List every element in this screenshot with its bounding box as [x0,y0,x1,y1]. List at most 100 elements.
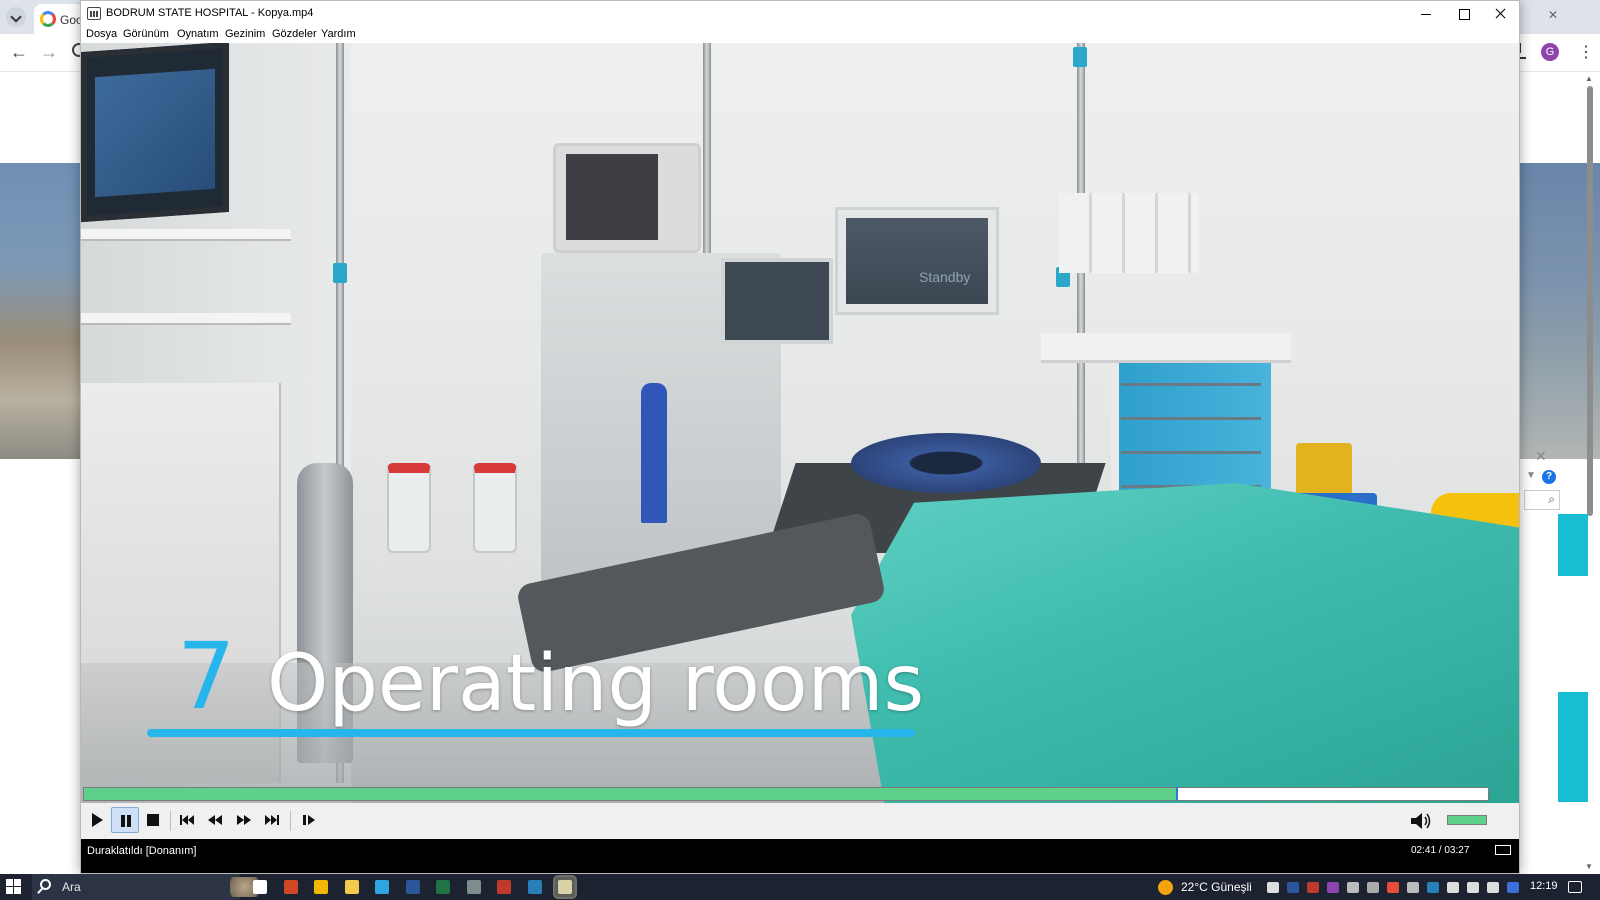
speaker-icon[interactable] [1487,882,1499,893]
excel-icon-glyph [436,880,450,894]
controls-separator [290,811,291,831]
stop-button[interactable] [139,807,167,833]
rewind-icon [208,815,222,825]
video-monitor-standby: Standby [919,269,971,285]
telegram-icon[interactable] [372,877,392,897]
tray-icon[interactable] [1347,882,1359,893]
video-ventilator-screen [721,258,833,344]
video-drawer [1121,451,1261,454]
popup-search-icon[interactable] [1524,490,1560,510]
tray-icon[interactable] [1267,882,1279,893]
video-head-pad [851,433,1041,493]
pause-icon [121,815,131,827]
weather-sun-icon[interactable] [1158,880,1173,895]
file-explorer-icon[interactable] [342,877,362,897]
taskbar-clock[interactable]: 12:19 [1530,880,1558,892]
next-button[interactable] [258,807,286,833]
scroll-up-icon[interactable]: ▲ [1585,74,1593,83]
menu-view[interactable]: Görünüm [123,28,169,40]
video-wall-monitor [81,43,229,223]
tray-icon[interactable] [1327,882,1339,893]
page-hero-image-left [0,163,82,459]
app-icon-2-glyph [497,880,511,894]
video-shelf [81,229,291,241]
menu-navigate[interactable]: Gezinim [225,28,265,40]
video-shelf [81,313,291,325]
play-button[interactable] [83,807,111,833]
menu-file[interactable]: Dosya [86,28,117,40]
tray-icon[interactable] [1387,882,1399,893]
status-stats-icon[interactable] [1495,845,1511,855]
tray-icon[interactable] [1427,882,1439,893]
media-player-icon[interactable] [553,875,577,899]
video-drawer [1121,383,1261,386]
browser-menu-icon[interactable]: ⋮ [1578,42,1594,62]
menu-help[interactable]: Yardım [321,28,356,40]
taskbar-weather[interactable]: 22°C Güneşli [1181,880,1252,894]
speaker-icon [1411,813,1431,829]
video-frame[interactable]: Standby 7 Operating rooms [81,43,1519,803]
tray-icon[interactable] [1447,882,1459,893]
tray-icon[interactable] [1407,882,1419,893]
chrome-icon-glyph [314,880,328,894]
video-patient-monitor [835,207,999,315]
title-bar[interactable]: BODRUM STATE HOSPITAL - Kopya.mp4 [81,1,1519,27]
volume-slider[interactable] [1447,815,1487,825]
tab-search-icon[interactable] [6,7,26,27]
page-scrollbar[interactable] [1587,86,1593,516]
taskbar-search[interactable]: Ara [32,874,266,900]
notification-icon[interactable] [1568,881,1582,893]
app-icon[interactable] [464,877,484,897]
start-icon-tile [14,879,21,886]
menu-playback[interactable]: Oynatım [177,28,219,40]
chevron-down-icon[interactable]: ▼ [1526,470,1536,481]
rewind-button[interactable] [201,807,229,833]
forward-arrow-icon[interactable]: → [40,42,58,63]
maximize-button[interactable] [1445,1,1483,27]
language-icon[interactable] [1507,882,1519,893]
word-icon-glyph [405,880,420,894]
previous-button[interactable] [173,807,201,833]
popup-close-icon[interactable]: ✕ [1535,448,1547,465]
frame-step-button[interactable] [295,807,323,833]
help-icon[interactable]: ? [1542,470,1556,484]
scroll-down-icon[interactable]: ▼ [1585,862,1593,871]
page-banner-2 [1558,692,1588,802]
app-icon-2[interactable] [494,877,514,897]
taskbar-search-placeholder: Ara [62,880,81,894]
close-button[interactable] [1481,1,1519,27]
fast-forward-button[interactable] [230,807,258,833]
tray-icon[interactable] [1307,882,1319,893]
seek-bar[interactable] [83,787,1489,801]
word-icon[interactable] [403,877,423,897]
browser-tab-title: Goo [60,13,82,27]
profile-avatar[interactable]: G [1541,43,1559,61]
browser-close-icon[interactable]: ✕ [1548,8,1558,22]
app-icon-3[interactable] [525,877,545,897]
video-machine-monitor [553,143,701,253]
network-icon[interactable] [1467,882,1479,893]
taskbar: Ara 22°C Güneşli 12:19 [0,874,1600,900]
task-view-icon[interactable] [250,877,270,897]
tray-icon[interactable] [1287,882,1299,893]
excel-icon[interactable] [433,877,453,897]
file-explorer-icon-glyph [344,880,359,894]
chrome-icon[interactable] [311,877,331,897]
windows-start-icon[interactable] [6,879,22,895]
video-caption-text: Operating rooms [267,639,925,729]
seek-bar-thumb[interactable] [1176,787,1179,801]
seek-bar-progress [84,788,1177,800]
tray-icon[interactable] [1367,882,1379,893]
back-arrow-icon[interactable]: ← [10,42,28,63]
menu-favorites[interactable]: Gözdeler [272,28,317,40]
minimize-button[interactable] [1407,1,1445,27]
search-icon [40,879,51,890]
powerpoint-icon[interactable] [281,877,301,897]
controls-separator [170,811,171,831]
video-caption-underline [147,729,915,737]
browser-tab[interactable]: Goo [34,4,84,34]
volume-icon[interactable] [1409,810,1433,832]
menu-bar: Dosya Görünüm Oynatım Gezinim Gözdeler Y… [81,27,1519,43]
pause-button[interactable] [111,807,139,833]
volume-slider-fill [1448,816,1486,824]
